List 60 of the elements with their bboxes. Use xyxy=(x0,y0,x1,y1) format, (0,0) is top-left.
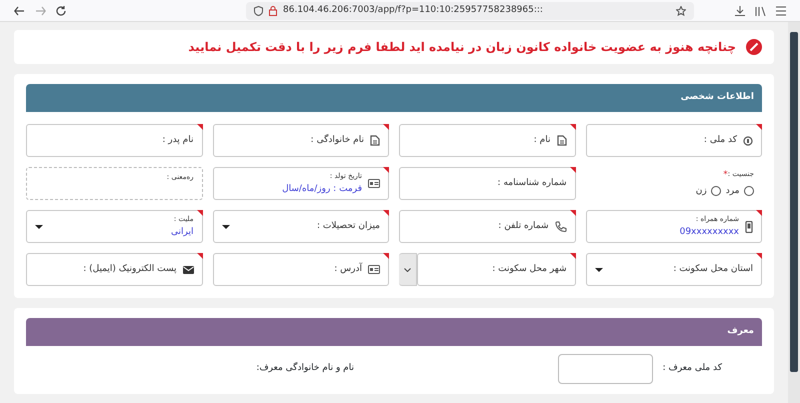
download-icon[interactable] xyxy=(735,6,745,16)
address-bar[interactable]: 86.104.46.206:7003/app/f?p=110:10:25957758238965::: xyxy=(246,2,694,20)
url-text: 86.104.46.206:7003/app/f?p=110:10:25957758238965::: xyxy=(283,4,543,17)
back-arrow-icon[interactable] xyxy=(14,6,25,16)
field-label: شماره تلفن : xyxy=(498,220,548,233)
field-value: 09xxxxxxxxx xyxy=(680,226,739,239)
dropdown-caret-icon xyxy=(35,224,43,228)
menu-icon[interactable] xyxy=(776,6,786,16)
document-icon xyxy=(556,135,566,146)
field-label: نام خانوادگی : xyxy=(310,134,364,147)
input-field[interactable]: کد ملی : xyxy=(586,124,762,157)
input-field[interactable]: شهر محل سکونت : xyxy=(417,253,576,286)
field-label: شماره شناسنامه : xyxy=(498,176,566,190)
input-field[interactable]: پست الکترونیک (ایمیل) : xyxy=(26,253,202,286)
input-field[interactable]: آدرس : xyxy=(212,253,389,286)
reload-icon[interactable] xyxy=(56,6,66,16)
scrollbar-thumb[interactable] xyxy=(790,32,798,372)
input-field[interactable]: شماره شناسنامه : xyxy=(399,167,576,200)
field-label: نام : xyxy=(534,134,550,147)
dropdown-caret-icon xyxy=(222,224,230,228)
field-label: کد ملی : xyxy=(704,134,737,147)
dropdown-field[interactable]: میزان تحصیلات : xyxy=(212,210,389,243)
envelope-icon xyxy=(182,264,194,274)
shield-icon xyxy=(254,6,263,16)
chevron-down-icon xyxy=(404,268,411,272)
input-field[interactable]: شماره تلفن : xyxy=(399,210,576,243)
field-label: نام و نام خانوادگی معرف: xyxy=(256,362,354,376)
field-label: آدرس : xyxy=(334,262,362,276)
document-icon xyxy=(370,135,380,146)
field-label: شهر محل سکونت : xyxy=(492,262,566,276)
section-header: معرف xyxy=(26,318,762,346)
field-label: میزان تحصیلات : xyxy=(316,220,380,233)
phone-icon xyxy=(554,220,566,232)
input-field[interactable] xyxy=(558,354,653,384)
id-icon xyxy=(743,136,753,146)
radio-button[interactable] xyxy=(711,186,722,196)
dropdown-field[interactable]: استان محل سکونت : xyxy=(586,253,762,286)
mobile-phone-icon xyxy=(745,220,753,232)
card-icon xyxy=(368,179,380,188)
bookmark-star-icon[interactable] xyxy=(676,6,686,16)
dropdown-caret-icon xyxy=(594,268,602,272)
input-field[interactable]: نام پدر : xyxy=(26,124,202,157)
field-label: استان محل سکونت : xyxy=(673,262,753,276)
section-header: اطلاعات شخصی xyxy=(26,84,762,112)
lock-icon xyxy=(269,6,277,16)
input-field[interactable]: نام خانوادگی : xyxy=(212,124,389,157)
radio-label: زن xyxy=(696,184,707,198)
alert-message: چنانچه هنوز به عضویت خانواده کانون زبان در نیامده اید لطفا فرم زیر را با دقت تکمیل نمایید xyxy=(188,39,736,56)
card-icon xyxy=(368,265,380,274)
input-field[interactable]: نام : xyxy=(399,124,576,157)
field-value: ایرانی xyxy=(171,226,194,239)
prohibited-icon xyxy=(746,39,762,55)
library-icon[interactable] xyxy=(755,6,766,16)
asterisk-text: * xyxy=(723,169,728,182)
radio-button[interactable] xyxy=(744,186,754,196)
radio-label: مرد xyxy=(726,184,740,198)
field-label: نام پدر : xyxy=(162,134,194,147)
field-label: کد ملی معرف : xyxy=(662,362,722,376)
field-label: پست الکترونیک (ایمیل) : xyxy=(83,262,176,276)
field-value: فرمت : روز/ماه/سال xyxy=(282,183,362,196)
